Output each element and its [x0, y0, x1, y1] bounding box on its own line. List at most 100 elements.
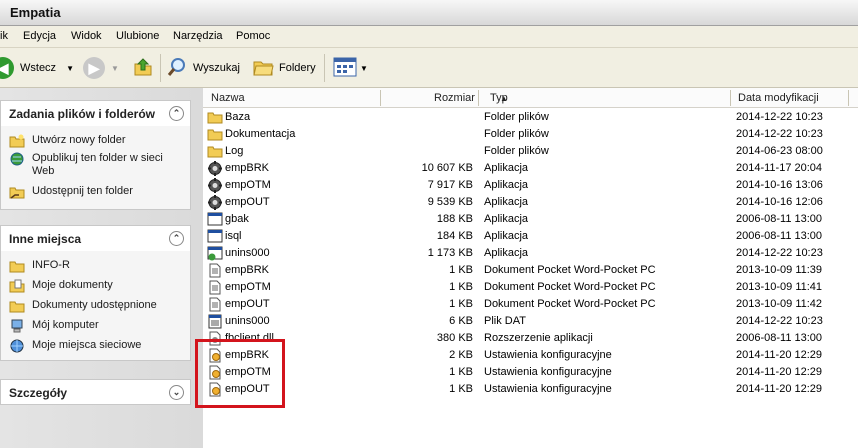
window-title: Empatia: [10, 5, 61, 20]
gear-app-icon: [207, 195, 223, 210]
file-row[interactable]: empOTM 7 917 KB Aplikacja 2014-10-16 13:06: [203, 177, 858, 194]
file-name: Baza: [225, 111, 251, 123]
file-row[interactable]: Baza Folder plików 2014-12-22 10:23: [203, 109, 858, 126]
gear-app-icon: [207, 178, 223, 193]
place-network[interactable]: Moje miejsca sieciowe: [9, 339, 141, 353]
task-share-folder[interactable]: Udostępnij ten folder: [9, 185, 133, 199]
column-divider[interactable]: [380, 90, 381, 106]
back-button[interactable]: ◀ Wstecz ▼: [0, 56, 74, 80]
column-divider[interactable]: [478, 90, 479, 106]
place-my-documents[interactable]: Moje dokumenty: [9, 279, 113, 293]
file-size: 188 KB: [436, 213, 473, 225]
column-size[interactable]: Rozmiar: [434, 92, 475, 104]
file-row[interactable]: empOTM 1 KB Dokument Pocket Word-Pocket PC…: [203, 279, 858, 296]
file-name: unins000: [225, 247, 270, 259]
column-divider[interactable]: [730, 90, 731, 106]
file-row[interactable]: Log Folder plików 2014-06-23 08:00: [203, 143, 858, 160]
menu-bar: ik Edycja Widok Ulubione Narzędzia Pomoc: [0, 26, 858, 48]
views-button[interactable]: ▼: [333, 56, 368, 80]
sort-arrow-icon: ▲: [500, 94, 508, 103]
forward-button[interactable]: ▶ ▼: [83, 56, 119, 80]
documents-folder-icon: [9, 279, 25, 293]
column-divider[interactable]: [848, 90, 849, 106]
file-row[interactable]: unins000 6 KB Plik DAT 2014-12-22 10:23: [203, 313, 858, 330]
views-dropdown-icon[interactable]: ▼: [360, 64, 368, 73]
file-row[interactable]: fbclient.dll 380 KB Rozszerzenie aplikacji…: [203, 330, 858, 347]
file-type: Ustawienia konfiguracyjne: [484, 383, 612, 395]
toolbar-separator: [160, 54, 161, 82]
task-new-folder[interactable]: Utwórz nowy folder: [9, 134, 126, 148]
file-row[interactable]: empOUT 1 KB Dokument Pocket Word-Pocket PC…: [203, 296, 858, 313]
file-modified: 2013-10-09 11:39: [736, 264, 823, 276]
menu-view[interactable]: Widok: [71, 30, 102, 42]
file-type: Folder plików: [484, 128, 549, 140]
file-tasks-panel: Utwórz nowy folder Opublikuj ten folder …: [0, 126, 191, 210]
console-app-icon: [207, 212, 223, 227]
file-row[interactable]: isql 184 KB Aplikacja 2006-08-11 13:00: [203, 228, 858, 245]
other-places-header[interactable]: Inne miejsca ⌃: [0, 225, 191, 251]
file-name: empOTM: [225, 179, 271, 191]
file-row[interactable]: gbak 188 KB Aplikacja 2006-08-11 13:00: [203, 211, 858, 228]
menu-file[interactable]: ik: [0, 30, 8, 42]
file-modified: 2014-12-22 10:23: [736, 315, 823, 327]
folders-label: Foldery: [279, 62, 316, 74]
file-modified: 2014-11-20 12:29: [736, 366, 823, 378]
other-places-panel: INFO-R Moje dokumenty Dokumenty udostępn…: [0, 251, 191, 361]
file-row[interactable]: empBRK 2 KB Ustawienia konfiguracyjne 2014-…: [203, 347, 858, 364]
uninstall-icon: [207, 246, 223, 261]
file-modified: 2006-08-11 13:00: [736, 230, 823, 242]
menu-help[interactable]: Pomoc: [236, 30, 270, 42]
place-shared-documents[interactable]: Dokumenty udostępnione: [9, 299, 157, 313]
file-row[interactable]: empOUT 1 KB Ustawienia konfiguracyjne 2014-…: [203, 381, 858, 398]
file-modified: 2014-12-22 10:23: [736, 128, 823, 140]
place-info-r[interactable]: INFO-R: [9, 259, 70, 273]
file-size: 1 KB: [449, 298, 473, 310]
up-folder-button[interactable]: [132, 56, 154, 80]
menu-tools[interactable]: Narzędzia: [173, 30, 223, 42]
file-modified: 2014-11-17 20:04: [736, 162, 823, 174]
file-type: Ustawienia konfiguracyjne: [484, 366, 612, 378]
document-icon: [207, 297, 223, 312]
file-row[interactable]: Dokumentacja Folder plików 2014-12-22 10:2…: [203, 126, 858, 143]
details-header[interactable]: Szczegóły ⌄: [0, 379, 191, 405]
task-publish-web[interactable]: Opublikuj ten folder w sieci Web: [9, 152, 179, 178]
place-my-computer[interactable]: Mój komputer: [9, 319, 99, 333]
highlight-box: [195, 339, 285, 408]
file-size: 2 KB: [449, 349, 473, 361]
column-modified[interactable]: Data modyfikacji: [738, 92, 819, 104]
file-tasks-title: Zadania plików i folderów: [9, 107, 156, 121]
column-name[interactable]: Nazwa: [211, 92, 245, 104]
globe-icon: [9, 152, 25, 166]
task-sidebar: Zadania plików i folderów ⌃ Utwórz nowy …: [0, 88, 203, 448]
file-row[interactable]: empOTM 1 KB Ustawienia konfiguracyjne 2014-…: [203, 364, 858, 381]
back-dropdown-icon[interactable]: ▼: [66, 64, 74, 73]
file-row[interactable]: empBRK 10 607 KB Aplikacja 2014-11-17 20:04: [203, 160, 858, 177]
file-modified: 2014-12-22 10:23: [736, 247, 823, 259]
folder-icon: [207, 110, 223, 125]
search-button[interactable]: Wyszukaj: [166, 56, 240, 80]
collapse-icon[interactable]: ⌃: [169, 231, 184, 246]
file-modified: 2014-11-20 12:29: [736, 349, 823, 361]
file-row[interactable]: unins000 1 173 KB Aplikacja 2014-12-22 10:2…: [203, 245, 858, 262]
file-size: 1 KB: [449, 264, 473, 276]
forward-dropdown-icon[interactable]: ▼: [111, 64, 119, 73]
title-bar: Empatia: [0, 0, 858, 26]
file-name: gbak: [225, 213, 249, 225]
menu-edit[interactable]: Edycja: [23, 30, 56, 42]
file-modified: 2014-06-23 08:00: [736, 145, 823, 157]
file-size: 7 917 KB: [427, 179, 473, 191]
file-modified: 2006-08-11 13:00: [736, 332, 823, 344]
menu-favorites[interactable]: Ulubione: [116, 30, 159, 42]
file-size: 10 607 KB: [421, 162, 473, 174]
file-size: 1 KB: [449, 366, 473, 378]
expand-icon[interactable]: ⌄: [169, 385, 184, 400]
file-row[interactable]: empBRK 1 KB Dokument Pocket Word-Pocket PC…: [203, 262, 858, 279]
file-size: 1 173 KB: [427, 247, 473, 259]
file-size: 1 KB: [449, 383, 473, 395]
collapse-icon[interactable]: ⌃: [169, 106, 184, 121]
file-name: isql: [225, 230, 242, 242]
folders-button[interactable]: Foldery: [252, 56, 316, 80]
share-folder-icon: [9, 185, 25, 199]
file-tasks-header[interactable]: Zadania plików i folderów ⌃: [0, 100, 191, 126]
file-row[interactable]: empOUT 9 539 KB Aplikacja 2014-10-16 12:06: [203, 194, 858, 211]
